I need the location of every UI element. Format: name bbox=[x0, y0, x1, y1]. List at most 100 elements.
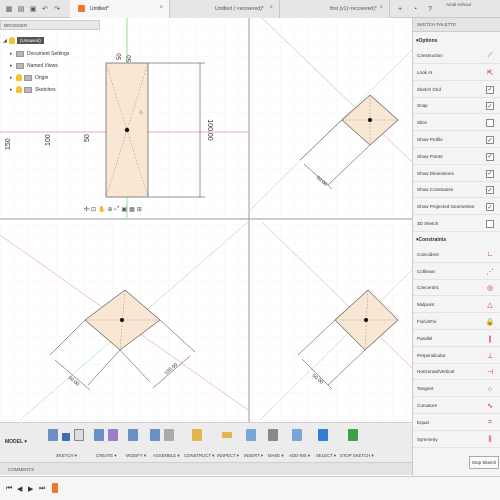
center-point[interactable] bbox=[368, 118, 372, 122]
option-row[interactable]: Show Constraints ✓ bbox=[413, 182, 500, 199]
option-row[interactable]: Show Profile ✓ bbox=[413, 132, 500, 148]
browser-root[interactable]: ◢ (Unsaved) bbox=[3, 35, 44, 46]
as-built-joint-icon[interactable] bbox=[164, 429, 174, 441]
visibility-icon[interactable] bbox=[9, 37, 15, 44]
curvature-icon[interactable]: ∿ bbox=[486, 402, 494, 410]
option-row[interactable]: Snap ✓ bbox=[413, 98, 500, 115]
collinear-icon[interactable]: ⋰ bbox=[486, 268, 494, 276]
stop-sketch-icon[interactable] bbox=[348, 429, 358, 441]
inspect-menu[interactable]: INSPECT ▾ bbox=[217, 453, 239, 459]
horizontal-vertical-icon[interactable]: ⊣ bbox=[486, 368, 494, 376]
add-ins-menu[interactable]: ADD-INS ▾ bbox=[289, 453, 310, 459]
press-pull-icon[interactable] bbox=[128, 429, 138, 441]
tangent-icon[interactable]: ○ bbox=[486, 385, 494, 393]
option-row[interactable]: Sketch Grid ✓ bbox=[413, 82, 500, 98]
option-checkbox[interactable]: ✓ bbox=[486, 152, 494, 161]
insert-menu[interactable]: INSERT ▾ bbox=[244, 453, 263, 459]
stop-sketch-menu[interactable]: STOP SKETCH ▾ bbox=[340, 453, 374, 459]
option-checkbox[interactable] bbox=[486, 119, 494, 128]
select-icon[interactable] bbox=[318, 429, 328, 441]
offset-plane-icon[interactable] bbox=[192, 429, 202, 441]
assemble-menu[interactable]: ASSEMBLE ▾ bbox=[153, 453, 180, 459]
dimension-width[interactable]: 100.00 bbox=[206, 119, 213, 141]
option-row[interactable]: Construction ⟋ bbox=[413, 48, 500, 64]
grid-settings-icon[interactable]: ▦ bbox=[129, 206, 135, 213]
constraint-row[interactable]: Equal = bbox=[413, 415, 500, 431]
tab-untitled-recovered[interactable]: Untitled (~recovered)* × bbox=[170, 0, 280, 18]
constraint-row[interactable]: Midpoint △ bbox=[413, 297, 500, 314]
visibility-icon[interactable] bbox=[16, 86, 22, 93]
center-point[interactable] bbox=[120, 318, 124, 322]
measure-icon[interactable] bbox=[222, 432, 232, 438]
help-icon[interactable]: ? bbox=[425, 4, 435, 14]
new-tab-icon[interactable]: + bbox=[395, 4, 405, 14]
viewport-bottom-right[interactable]: 50.00 bbox=[250, 220, 412, 422]
option-row[interactable]: Look At ⇱ bbox=[413, 65, 500, 81]
close-icon[interactable]: × bbox=[269, 5, 273, 11]
browser-item-sketches[interactable]: ▸ Sketches bbox=[10, 84, 56, 95]
option-row[interactable]: Show Projected Geometries ✓ bbox=[413, 199, 500, 216]
option-checkbox[interactable]: ✓ bbox=[486, 85, 494, 94]
browser-item-document-settings[interactable]: ▸ Document Settings bbox=[10, 48, 69, 59]
constraint-row[interactable]: Parallel ∥ bbox=[413, 331, 500, 347]
fit-icon[interactable]: ⤢ bbox=[115, 206, 120, 213]
constraint-row[interactable]: Fix/UnFix 🔒 bbox=[413, 314, 500, 330]
constraint-row[interactable]: Curvature ∿ bbox=[413, 398, 500, 414]
save-icon[interactable]: ▣ bbox=[28, 4, 38, 14]
lock-icon[interactable]: 🔒 bbox=[486, 318, 495, 326]
workspace-switcher[interactable]: MODEL ▾ bbox=[5, 439, 27, 445]
comments-bar[interactable]: COMMENTS bbox=[0, 462, 412, 475]
constraint-row[interactable]: Concentric ◎ bbox=[413, 280, 500, 297]
scripts-icon[interactable] bbox=[292, 429, 302, 441]
coincident-icon[interactable]: ∟ bbox=[486, 251, 494, 259]
constraint-row[interactable]: Symmetry ⫼ bbox=[413, 432, 500, 448]
option-row[interactable]: 3D Sketch bbox=[413, 216, 500, 232]
dimension-top-a[interactable]: 50 bbox=[117, 53, 123, 60]
revolve-icon[interactable] bbox=[108, 429, 118, 441]
option-checkbox[interactable]: ✓ bbox=[486, 136, 494, 144]
viewport-bottom-left[interactable]: 50.00 100.00 bbox=[0, 220, 249, 422]
look-at-icon[interactable]: ⇱ bbox=[486, 69, 494, 77]
close-icon[interactable]: × bbox=[379, 5, 383, 11]
constraint-row[interactable]: Tangent ○ bbox=[413, 381, 500, 398]
perpendicular-icon[interactable]: ⊥ bbox=[486, 352, 494, 360]
option-row[interactable]: Slice bbox=[413, 115, 500, 132]
parallel-icon[interactable]: ∥ bbox=[486, 335, 494, 343]
rectangle-tool-icon[interactable] bbox=[74, 429, 84, 441]
orbit-icon[interactable]: ✣ bbox=[84, 206, 89, 213]
close-icon[interactable]: × bbox=[159, 5, 163, 11]
pan-icon[interactable]: ✋ bbox=[98, 206, 105, 213]
browser-item-named-views[interactable]: ▸ Named Views bbox=[10, 60, 58, 71]
notifications-icon[interactable]: ◔ bbox=[410, 4, 420, 14]
center-point[interactable] bbox=[364, 318, 368, 322]
undo-icon[interactable]: ↶ bbox=[40, 4, 50, 14]
3d-print-icon[interactable] bbox=[268, 429, 278, 441]
constraint-row[interactable]: Collinear ⋰ bbox=[413, 264, 500, 280]
line-tool-icon[interactable] bbox=[62, 433, 70, 441]
browser-header[interactable]: BROWSER bbox=[0, 20, 100, 30]
zoom-icon[interactable]: ⊕ bbox=[108, 206, 113, 213]
visibility-icon[interactable] bbox=[16, 74, 22, 81]
play-icon[interactable]: ▶ bbox=[28, 485, 33, 493]
insert-image-icon[interactable] bbox=[246, 429, 256, 441]
option-checkbox[interactable]: ✓ bbox=[486, 203, 494, 212]
sketch-tool-icon[interactable] bbox=[48, 429, 58, 441]
browser-item-origin[interactable]: ▸ Origin bbox=[10, 72, 48, 83]
construct-menu[interactable]: CONSTRUCT ▾ bbox=[184, 453, 214, 459]
tab-untitled[interactable]: Untitled* × bbox=[70, 0, 170, 18]
constraint-row[interactable]: Perpendicular ⊥ bbox=[413, 348, 500, 364]
stop-sketch-button[interactable]: Stop Sketch bbox=[469, 456, 499, 469]
option-checkbox[interactable]: ✓ bbox=[486, 186, 494, 195]
sketch-menu[interactable]: SKETCH ▾ bbox=[56, 453, 77, 459]
symmetry-icon[interactable]: ⫼ bbox=[486, 436, 494, 444]
file-icon[interactable]: ▤ bbox=[16, 4, 26, 14]
palette-section-options[interactable]: ▾ Options bbox=[413, 36, 500, 46]
step-back-icon[interactable]: ◀ bbox=[17, 485, 22, 493]
joint-icon[interactable] bbox=[150, 429, 160, 441]
viewports-icon[interactable]: ⊞ bbox=[137, 206, 142, 213]
construction-icon[interactable]: ⟋ bbox=[486, 52, 494, 60]
constraint-row[interactable]: Coincident ∟ bbox=[413, 247, 500, 263]
user-name[interactable]: Amal Ashour bbox=[446, 2, 472, 7]
tab-first-recovered[interactable]: first (v1)~recovered)* × bbox=[280, 0, 390, 18]
timeline-marker[interactable] bbox=[52, 483, 58, 493]
